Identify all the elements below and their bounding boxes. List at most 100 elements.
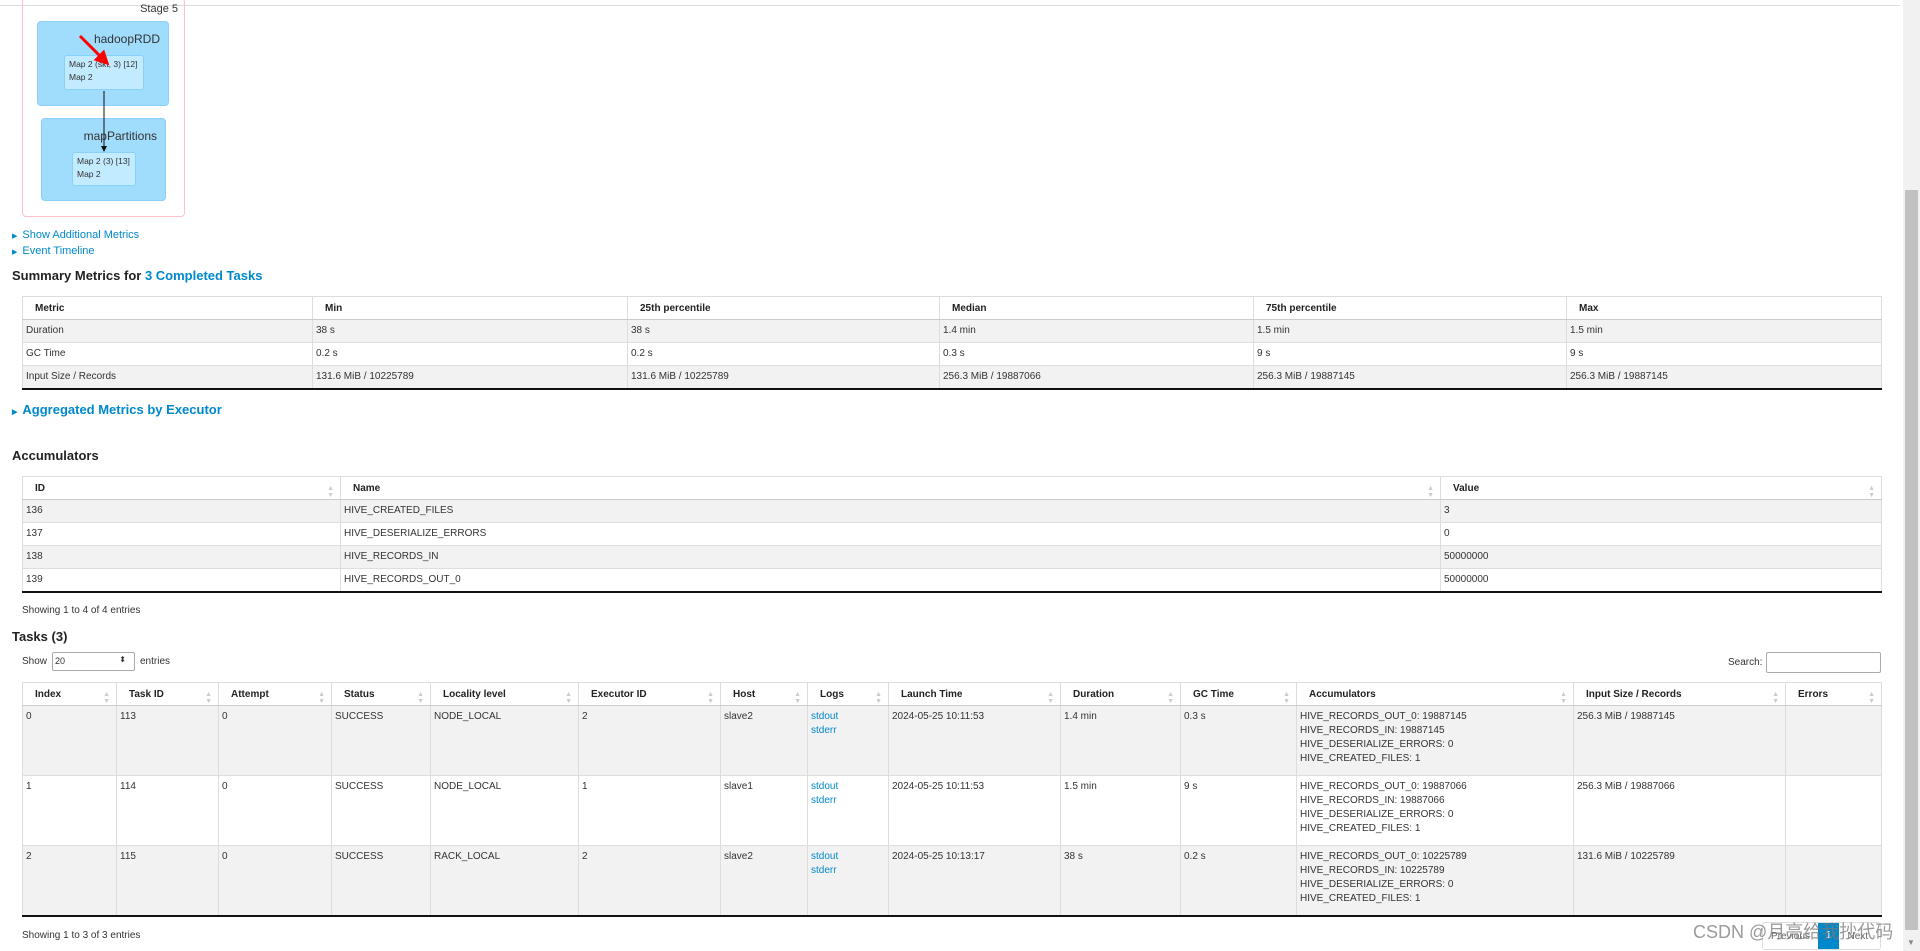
table-cell-duration: 1.4 min bbox=[1060, 705, 1181, 776]
sort-icon: ▲ ▼ bbox=[205, 691, 212, 705]
logs-cell: stdout stderr bbox=[807, 705, 889, 776]
task-row: 0 113 0 SUCCESS NODE_LOCAL 2 slave2 stdout stder… bbox=[22, 705, 1882, 776]
accumulator-value: HIVE_CREATED_FILES: 1 bbox=[1300, 823, 1421, 834]
table-row: 138 HIVE_RECORDS_IN 50000000 bbox=[22, 545, 1882, 569]
column-label: Task ID bbox=[129, 688, 164, 700]
toggle-label: Event Timeline bbox=[22, 245, 95, 257]
column-label: Errors bbox=[1798, 688, 1829, 700]
column-label: Attempt bbox=[231, 688, 269, 700]
table-cell-launch: 2024-05-25 10:13:17 bbox=[888, 845, 1061, 917]
table-cell-input: 256.3 MiB / 19887066 bbox=[1573, 775, 1786, 846]
table-cell: HIVE_CREATED_FILES bbox=[340, 499, 1441, 523]
column-header[interactable]: Index ▲ ▼ bbox=[22, 682, 117, 706]
task-row: 2 115 0 SUCCESS RACK_LOCAL 2 slave2 stdout stder… bbox=[22, 845, 1882, 917]
updown-arrow-icon: ⬍ bbox=[119, 655, 126, 664]
column-header[interactable]: Task ID ▲ ▼ bbox=[116, 682, 219, 706]
table-cell-status: SUCCESS bbox=[331, 705, 431, 776]
table-cell-errors bbox=[1785, 775, 1882, 846]
column-header[interactable]: Attempt ▲ ▼ bbox=[218, 682, 332, 706]
table-cell: 139 bbox=[22, 568, 341, 593]
page-size-select[interactable]: 20 ⬍ bbox=[52, 652, 135, 671]
show-additional-metrics-toggle[interactable]: ▶ Show Additional Metrics bbox=[12, 229, 139, 241]
sort-icon: ▲ ▼ bbox=[103, 691, 110, 705]
table-cell: 137 bbox=[22, 522, 341, 546]
accumulator-value: HIVE_DESERIALIZE_ERRORS: 0 bbox=[1300, 879, 1454, 890]
accumulators-table: ID ▲ ▼ Name ▲ ▼ Value ▲ ▼ 136 HIVE_CREATED_FILES 3 1… bbox=[22, 476, 1882, 593]
toggle-label: Show Additional Metrics bbox=[22, 229, 140, 241]
show-label: Show bbox=[22, 656, 48, 667]
column-label: Status bbox=[344, 688, 375, 700]
column-header[interactable]: Logs ▲ ▼ bbox=[807, 682, 889, 706]
table-cell: 9 s bbox=[1566, 342, 1882, 366]
sort-icon: ▲ ▼ bbox=[1560, 691, 1567, 705]
log-link-stderr[interactable]: stderr bbox=[811, 794, 885, 808]
column-header[interactable]: Launch Time ▲ ▼ bbox=[888, 682, 1061, 706]
column-header[interactable]: Executor ID ▲ ▼ bbox=[578, 682, 721, 706]
tasks-heading: Tasks (3) bbox=[12, 629, 68, 644]
table-cell: 138 bbox=[22, 545, 341, 569]
column-label: ID bbox=[35, 482, 45, 494]
sort-icon: ▲ ▼ bbox=[318, 691, 325, 705]
table-cell: 38 s bbox=[627, 319, 940, 343]
table-cell-input: 256.3 MiB / 19887145 bbox=[1573, 705, 1786, 776]
log-link-stdout[interactable]: stdout bbox=[811, 780, 885, 794]
table-cell: 0.2 s bbox=[312, 342, 628, 366]
task-row: 1 114 0 SUCCESS NODE_LOCAL 1 slave1 stdout stder… bbox=[22, 775, 1882, 846]
accumulator-value: HIVE_RECORDS_IN: 19887066 bbox=[1300, 795, 1445, 806]
accumulator-value: HIVE_RECORDS_IN: 10225789 bbox=[1300, 865, 1445, 876]
aggregated-metrics-toggle[interactable]: ▶ Aggregated Metrics by Executor bbox=[12, 402, 222, 417]
table-cell: 3 bbox=[1440, 499, 1882, 523]
completed-tasks-link[interactable]: 3 Completed Tasks bbox=[145, 268, 263, 283]
table-cell-locality: NODE_LOCAL bbox=[430, 775, 579, 846]
column-header[interactable]: Name ▲ ▼ bbox=[340, 476, 1441, 500]
table-cell: 1.4 min bbox=[939, 319, 1254, 343]
table-cell-index: 1 bbox=[22, 775, 117, 846]
accumulator-value: HIVE_RECORDS_OUT_0: 10225789 bbox=[1300, 851, 1467, 862]
log-link-stdout[interactable]: stdout bbox=[811, 850, 885, 864]
logs-cell: stdout stderr bbox=[807, 775, 889, 846]
column-header[interactable]: Host ▲ ▼ bbox=[720, 682, 808, 706]
column-header[interactable]: Duration ▲ ▼ bbox=[1060, 682, 1181, 706]
sort-icon: ▲ ▼ bbox=[707, 691, 714, 705]
event-timeline-toggle[interactable]: ▶ Event Timeline bbox=[12, 245, 95, 257]
sort-icon: ▲ ▼ bbox=[875, 691, 882, 705]
table-cell-duration: 1.5 min bbox=[1060, 775, 1181, 846]
summary-metrics-table: Metric Min 25th percentile Median 75th perce… bbox=[22, 296, 1882, 390]
column-header[interactable]: ID ▲ ▼ bbox=[22, 476, 341, 500]
table-cell-status: SUCCESS bbox=[331, 845, 431, 917]
table-row: Duration 38 s 38 s 1.4 min 1.5 min 1.5 min bbox=[22, 319, 1882, 343]
vertical-scrollbar[interactable]: ▼ bbox=[1903, 0, 1920, 951]
table-cell: 38 s bbox=[312, 319, 628, 343]
column-header[interactable]: Value ▲ ▼ bbox=[1440, 476, 1882, 500]
scrollbar-thumb[interactable] bbox=[1905, 190, 1918, 930]
table-cell: 0.3 s bbox=[939, 342, 1254, 366]
column-header[interactable]: Accumulators ▲ ▼ bbox=[1296, 682, 1574, 706]
table-cell: HIVE_DESERIALIZE_ERRORS bbox=[340, 522, 1441, 546]
log-link-stderr[interactable]: stderr bbox=[811, 864, 885, 878]
table-cell-task_id: 113 bbox=[116, 705, 219, 776]
table-cell: 0.2 s bbox=[627, 342, 940, 366]
log-link-stdout[interactable]: stdout bbox=[811, 710, 885, 724]
table-cell: 9 s bbox=[1253, 342, 1567, 366]
column-header[interactable]: Status ▲ ▼ bbox=[331, 682, 431, 706]
column-header[interactable]: GC Time ▲ ▼ bbox=[1180, 682, 1297, 706]
log-link-stderr[interactable]: stderr bbox=[811, 724, 885, 738]
sort-icon: ▲ ▼ bbox=[1167, 691, 1174, 705]
column-header[interactable]: Errors ▲ ▼ bbox=[1785, 682, 1882, 706]
column-header[interactable]: Locality level ▲ ▼ bbox=[430, 682, 579, 706]
column-label: Duration bbox=[1073, 688, 1115, 700]
dag-stage-box: Stage 5 hadoopRDD Map 2 (skt, 3) [12] Map… bbox=[22, 0, 185, 217]
table-cell: 256.3 MiB / 19887145 bbox=[1566, 365, 1882, 390]
table-cell-launch: 2024-05-25 10:11:53 bbox=[888, 705, 1061, 776]
column-header[interactable]: Input Size / Records ▲ ▼ bbox=[1573, 682, 1786, 706]
search-input[interactable] bbox=[1766, 652, 1881, 673]
column-label: Logs bbox=[820, 688, 844, 700]
sort-icon: ▲ ▼ bbox=[327, 485, 334, 499]
column-label: Index bbox=[35, 688, 62, 700]
table-cell-gc: 9 s bbox=[1180, 775, 1297, 846]
scroll-down-arrow-icon[interactable]: ▼ bbox=[1907, 938, 1915, 947]
table-cell-index: 2 bbox=[22, 845, 117, 917]
column-header: Max bbox=[1566, 296, 1882, 320]
accumulators-cell: HIVE_RECORDS_OUT_0: 19887145 HIVE_RECORDS… bbox=[1296, 705, 1574, 776]
sort-icon: ▲ ▼ bbox=[565, 691, 572, 705]
